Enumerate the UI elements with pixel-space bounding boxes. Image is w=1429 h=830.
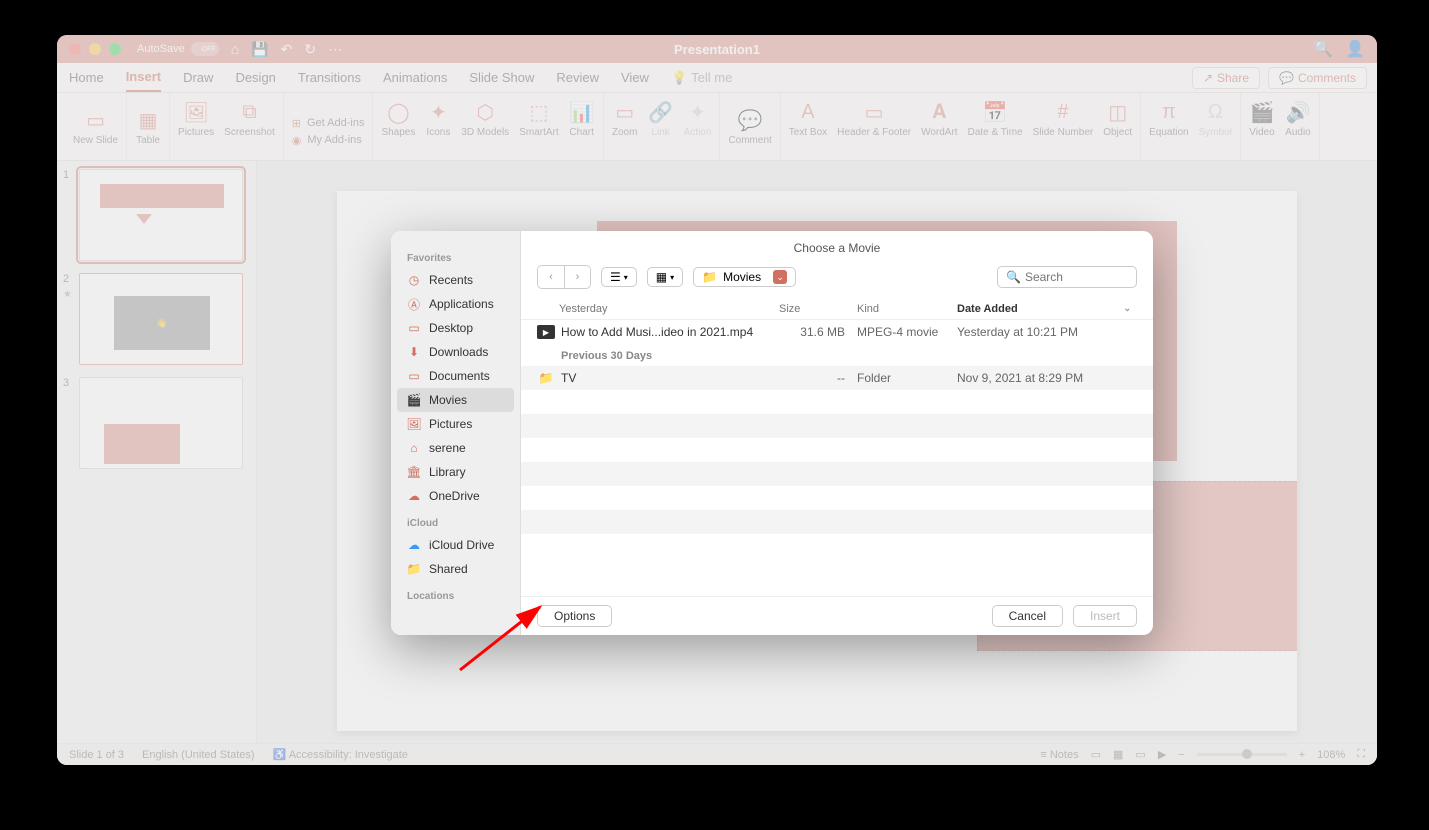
video-file-icon: ▶: [537, 325, 555, 339]
sidebar-item-applications[interactable]: ⒶApplications: [391, 292, 520, 316]
empty-row: [521, 486, 1153, 510]
empty-row: [521, 414, 1153, 438]
pictures-icon2: 🖼: [407, 417, 421, 431]
forward-button[interactable]: ›: [564, 266, 590, 288]
powerpoint-window: AutoSave OFF ⌂ 💾 ↶ ↻ ⋯ Presentation1 🔍 👤…: [57, 35, 1377, 765]
col-name-header[interactable]: Yesterday: [537, 303, 779, 315]
sidebar-item-downloads[interactable]: ⬇Downloads: [391, 340, 520, 364]
view-list-button[interactable]: ☰ ▾: [601, 267, 637, 287]
empty-row: [521, 390, 1153, 414]
sidebar-item-desktop[interactable]: ▭Desktop: [391, 316, 520, 340]
file-row[interactable]: 📁 TV -- Folder Nov 9, 2021 at 8:29 PM: [521, 366, 1153, 390]
home-icon2: ⌂: [407, 441, 421, 455]
col-date-header[interactable]: Date Added⌄: [957, 303, 1137, 315]
file-size: 31.6 MB: [779, 325, 857, 339]
locations-section-label: Locations: [391, 587, 520, 606]
path-chevron-icon: ⌄: [773, 270, 787, 284]
empty-row: [521, 438, 1153, 462]
folder-icon: 📁: [702, 270, 717, 284]
movies-icon: 🎬: [407, 393, 421, 407]
file-size: --: [779, 371, 857, 385]
insert-button: Insert: [1073, 605, 1137, 627]
sidebar-item-pictures[interactable]: 🖼Pictures: [391, 412, 520, 436]
nav-buttons: ‹ ›: [537, 265, 591, 289]
col-size-header[interactable]: Size: [779, 303, 857, 315]
chevron-down-icon: ▾: [624, 273, 628, 282]
sidebar-item-documents[interactable]: ▭Documents: [391, 364, 520, 388]
icloud-icon: ☁: [407, 538, 421, 552]
file-list: ▶ How to Add Musi...ideo in 2021.mp4 31.…: [521, 320, 1153, 596]
dialog-title: Choose a Movie: [521, 231, 1153, 261]
search-input[interactable]: [1025, 270, 1125, 284]
dialog-toolbar: ‹ › ☰ ▾ ▦ ▾ 📁 Movies ⌄ 🔍: [521, 261, 1153, 299]
sort-chevron-icon: ⌄: [1123, 303, 1131, 315]
group-label: Previous 30 Days: [521, 344, 1153, 366]
apps-icon: Ⓐ: [407, 297, 421, 311]
clock-icon: ◷: [407, 273, 421, 287]
file-name: TV: [561, 371, 779, 385]
file-kind: MPEG-4 movie: [857, 325, 957, 339]
cancel-button[interactable]: Cancel: [992, 605, 1063, 627]
file-date: Nov 9, 2021 at 8:29 PM: [957, 371, 1137, 385]
path-selector[interactable]: 📁 Movies ⌄: [693, 267, 796, 287]
path-label: Movies: [723, 270, 761, 284]
search-icon2: 🔍: [1006, 270, 1021, 284]
sidebar-item-library[interactable]: 🏛Library: [391, 460, 520, 484]
view-group-button[interactable]: ▦ ▾: [647, 267, 683, 287]
shared-icon: 📁: [407, 562, 421, 576]
downloads-icon: ⬇: [407, 345, 421, 359]
dialog-sidebar: Favorites ◷Recents ⒶApplications ▭Deskto…: [391, 231, 521, 635]
sidebar-item-onedrive[interactable]: ☁OneDrive: [391, 484, 520, 508]
col-kind-header[interactable]: Kind: [857, 303, 957, 315]
favorites-section-label: Favorites: [391, 249, 520, 268]
empty-row: [521, 510, 1153, 534]
sidebar-item-home[interactable]: ⌂serene: [391, 436, 520, 460]
chevron-down-icon: ▾: [670, 273, 674, 282]
column-headers: Yesterday Size Kind Date Added⌄: [521, 299, 1153, 320]
file-chooser-dialog: Favorites ◷Recents ⒶApplications ▭Deskto…: [391, 231, 1153, 635]
desktop-icon: ▭: [407, 321, 421, 335]
file-date: Yesterday at 10:21 PM: [957, 325, 1137, 339]
dialog-main: Choose a Movie ‹ › ☰ ▾ ▦ ▾ 📁 Movies ⌄ 🔍: [521, 231, 1153, 635]
icloud-section-label: iCloud: [391, 514, 520, 533]
search-field[interactable]: 🔍: [997, 266, 1137, 288]
sidebar-item-shared[interactable]: 📁Shared: [391, 557, 520, 581]
sidebar-item-recents[interactable]: ◷Recents: [391, 268, 520, 292]
file-name: How to Add Musi...ideo in 2021.mp4: [561, 325, 779, 339]
file-kind: Folder: [857, 371, 957, 385]
sidebar-item-icloud-drive[interactable]: ☁iCloud Drive: [391, 533, 520, 557]
empty-row: [521, 462, 1153, 486]
dialog-footer: Options Cancel Insert: [521, 596, 1153, 635]
sidebar-item-movies[interactable]: 🎬Movies: [397, 388, 514, 412]
library-icon: 🏛: [407, 465, 421, 479]
options-button[interactable]: Options: [537, 605, 612, 627]
folder-icon2: 📁: [537, 371, 555, 385]
documents-icon: ▭: [407, 369, 421, 383]
file-row[interactable]: ▶ How to Add Musi...ideo in 2021.mp4 31.…: [521, 320, 1153, 344]
onedrive-icon: ☁: [407, 489, 421, 503]
back-button[interactable]: ‹: [538, 266, 564, 288]
